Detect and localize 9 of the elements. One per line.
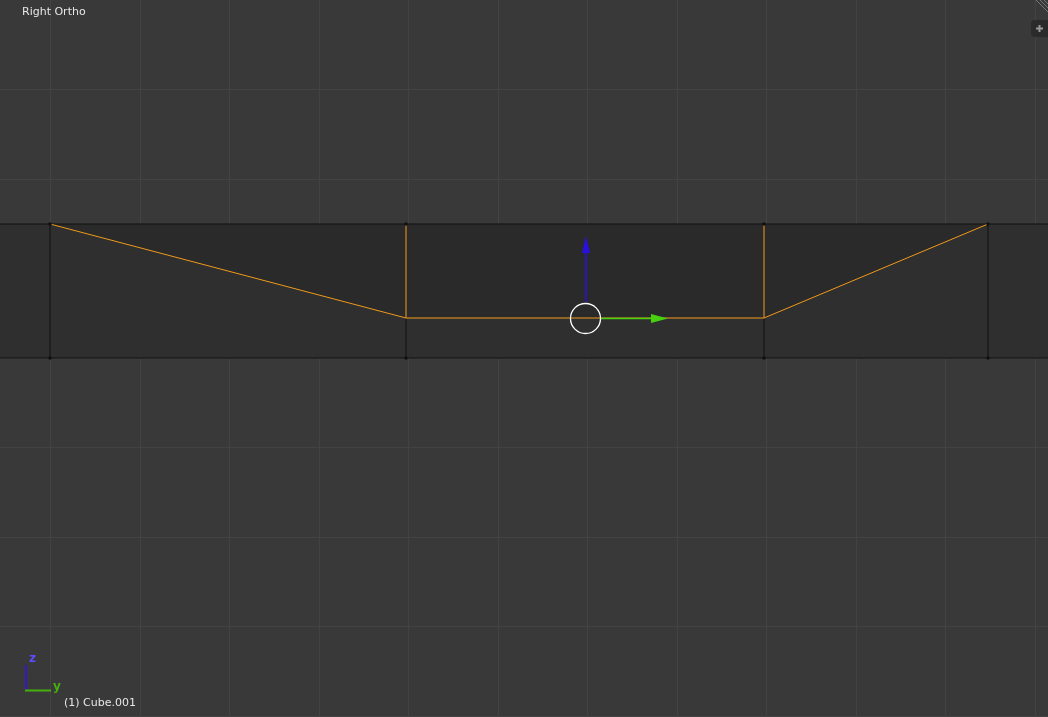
corner-grip-icon[interactable] (1035, 0, 1048, 13)
transform-arrows-drawing[interactable] (569, 236, 668, 335)
object-label: (1) Cube.001 (64, 696, 136, 710)
view-title: Right Ortho (22, 5, 86, 19)
plus-icon (1036, 25, 1043, 32)
add-panel-button[interactable] (1031, 20, 1048, 37)
axis-label: z (29, 652, 36, 664)
axis-label: y (53, 680, 61, 692)
axis-lines-icon (24, 664, 52, 692)
